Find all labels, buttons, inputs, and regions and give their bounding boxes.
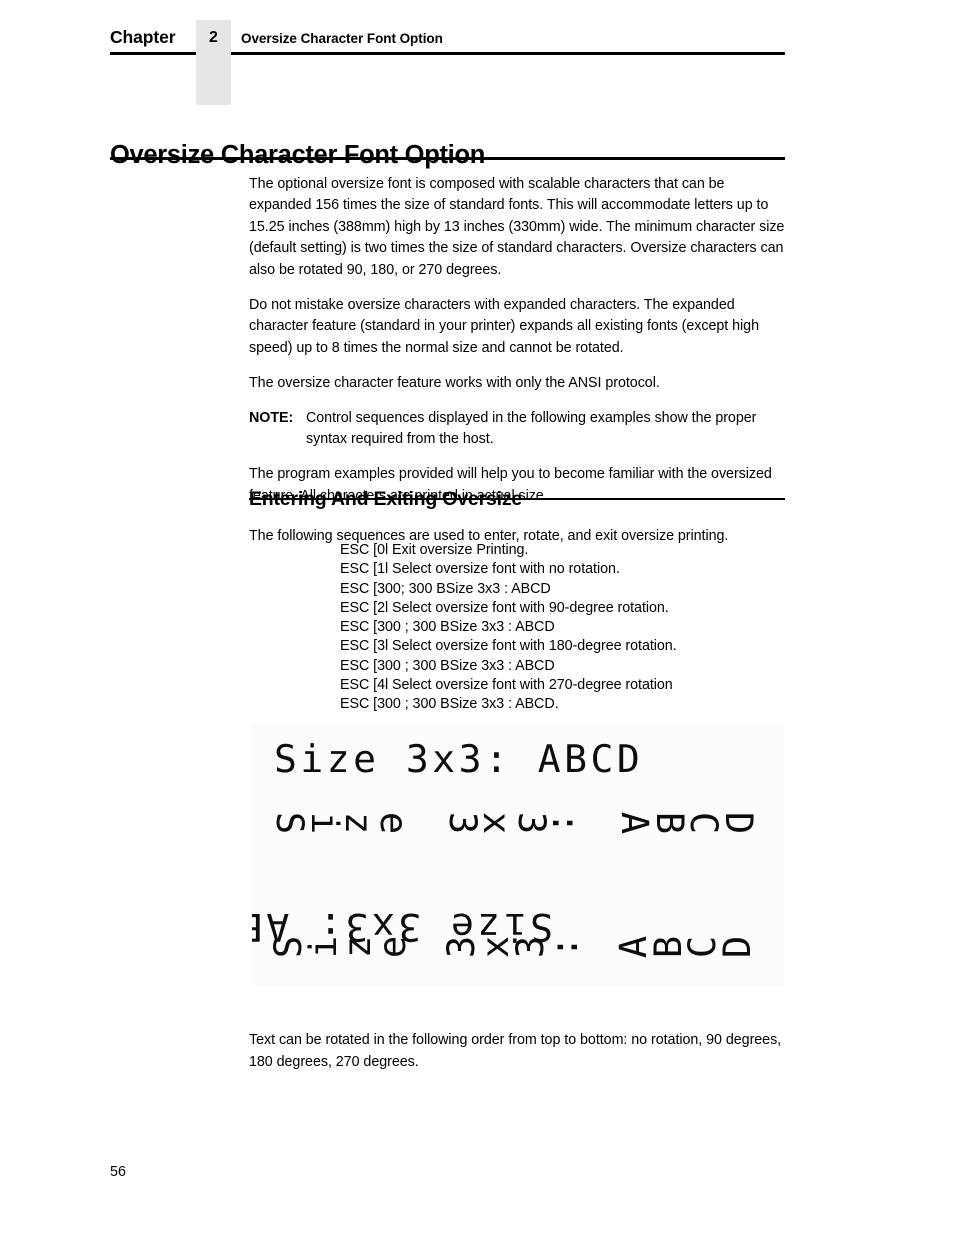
page-title-rule <box>110 157 785 160</box>
page-header: Chapter 2 Oversize Character Font Option <box>110 20 785 105</box>
sample-glyph: e <box>371 811 415 835</box>
note-block: NOTE: Control sequences displayed in the… <box>249 408 785 451</box>
header-rule-right <box>231 52 785 55</box>
escape-sequence-line: ESC [3l Select oversize font with 180-de… <box>340 638 677 655</box>
escape-sequence-line: ESC [4l Select oversize font with 270-de… <box>340 677 673 694</box>
sample-glyph: D <box>716 811 760 835</box>
escape-sequence-list: ESC [0l Exit oversize Printing. ESC [1l … <box>340 541 780 715</box>
escape-sequence-line: ESC [300 ; 300 BSize 3x3 : ABCD <box>340 619 555 636</box>
sample-glyph: D <box>715 935 759 959</box>
body-text-column: The optional oversize font is composed w… <box>249 174 785 521</box>
header-chapter-word: Chapter <box>110 27 176 47</box>
section-heading-rule <box>249 498 785 501</box>
escape-sequence-line: ESC [300; 300 BSize 3x3 : ABCD <box>340 580 551 597</box>
sample-text-270deg: Size3x3:ABCD <box>267 920 766 978</box>
escape-sequence-line: ESC [2l Select oversize font with 90-deg… <box>340 599 669 616</box>
paragraph-ansi: The oversize character feature works wit… <box>249 375 660 392</box>
sample-glyph: : <box>544 811 588 835</box>
page-number: 56 <box>110 1164 126 1180</box>
note-label: NOTE: <box>249 409 294 426</box>
header-chapter-number: 2 <box>209 29 218 46</box>
sample-row-90-rotation: Size3x3:ABCD <box>252 792 784 857</box>
note-text: Control sequences displayed in the follo… <box>306 409 757 448</box>
closing-paragraph: Text can be rotated in the following ord… <box>249 1032 782 1070</box>
sample-row-270-rotation: Size3x3:ABCD <box>252 916 784 981</box>
paragraph-expanded-warning: Do not mistake oversize characters with … <box>249 297 759 356</box>
page-title: Oversize Character Font Option <box>110 141 485 170</box>
sample-glyph: : <box>543 935 587 959</box>
sample-text-0deg: Size 3x3: ABCD <box>274 737 644 781</box>
document-page: Chapter 2 Oversize Character Font Option… <box>0 0 954 1235</box>
sample-text-90deg: Size3x3:ABCD <box>268 796 766 854</box>
escape-sequence-line: ESC [1l Select oversize font with no rot… <box>340 561 620 578</box>
header-rule-left <box>110 52 196 55</box>
sample-glyph: e <box>370 935 414 959</box>
paragraph-intro: The optional oversize font is composed w… <box>249 176 785 278</box>
escape-sequence-line: ESC [300 ; 300 BSize 3x3 : ABCD. <box>340 696 559 713</box>
sample-row-no-rotation: Size 3x3: ABCD <box>252 730 784 795</box>
sample-row-180-rotation: Size 3x3: ABCD <box>252 854 784 949</box>
escape-sequence-line: ESC [0l Exit oversize Printing. <box>340 542 529 558</box>
header-running-title: Oversize Character Font Option <box>241 30 443 46</box>
escape-sequence-line: ESC [300 ; 300 BSize 3x3 : ABCD <box>340 657 555 674</box>
printed-sample-figure: Size 3x3: ABCD Size3x3:ABCD Size 3x3: AB… <box>252 724 784 986</box>
